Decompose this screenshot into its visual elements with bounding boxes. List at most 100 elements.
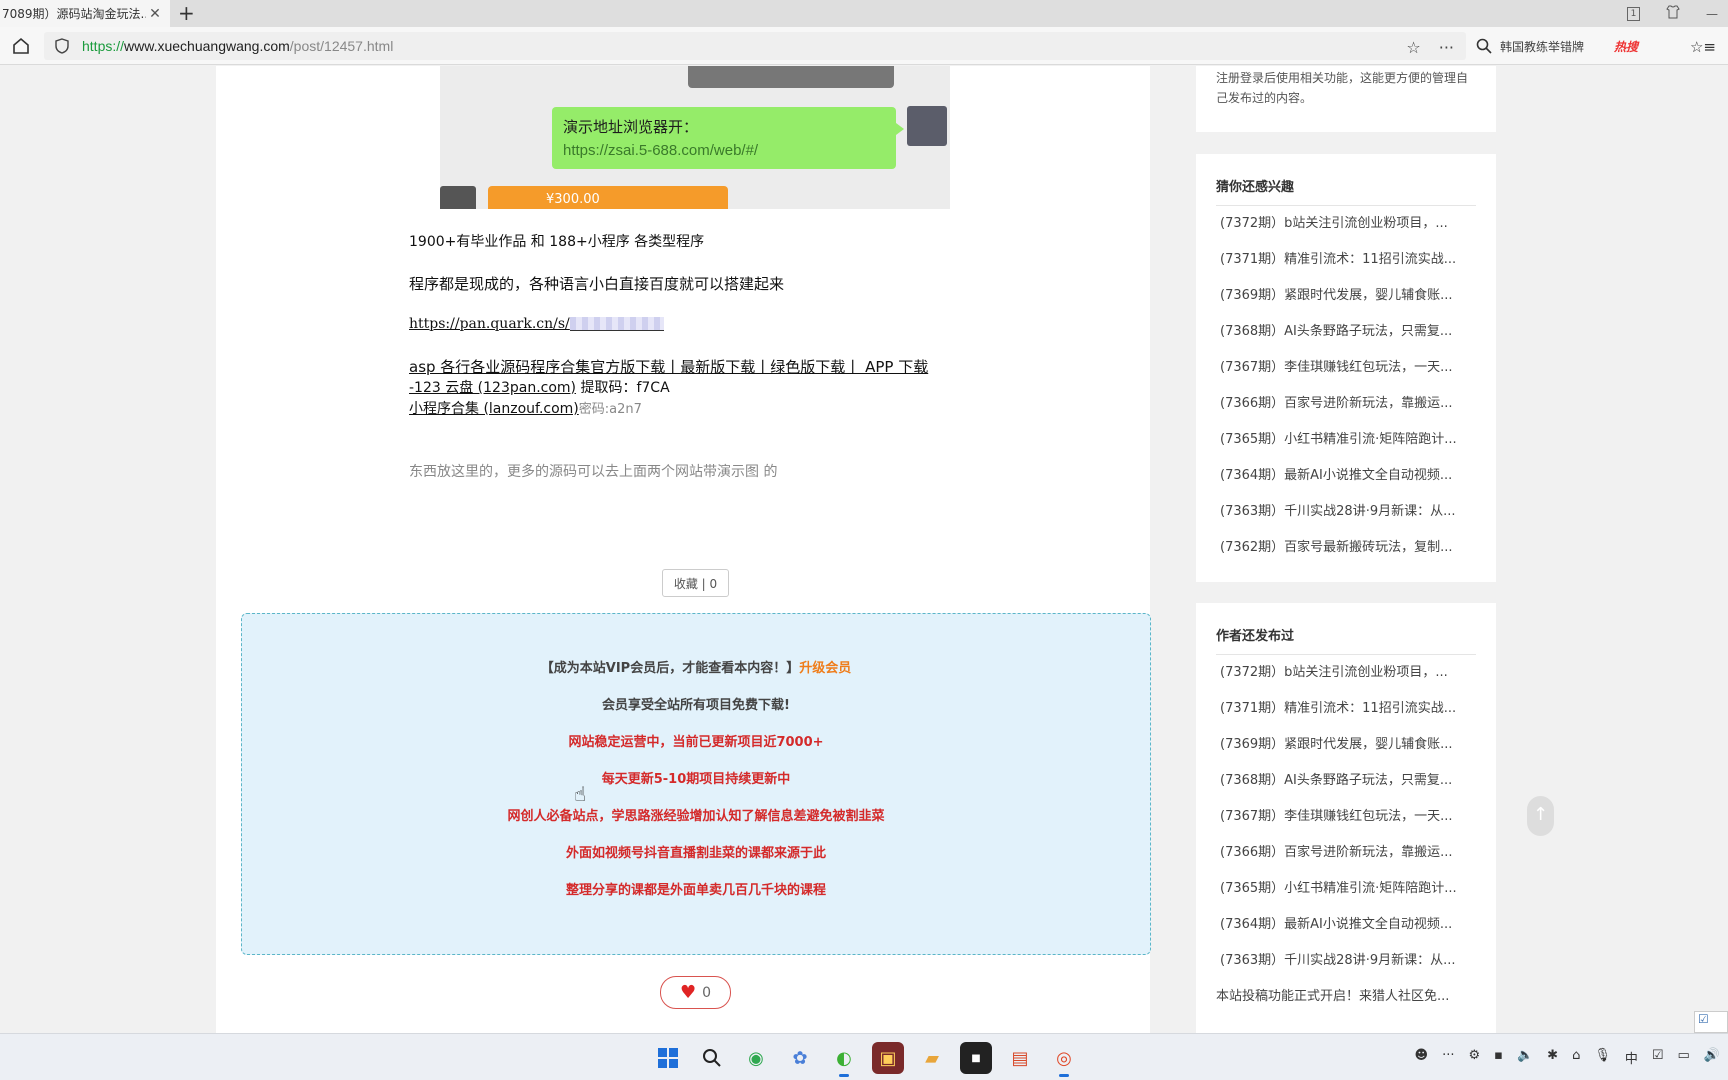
chat-screenshot-image: 演示地址浏览器开： https://zsai.5-688.com/web/#/ …	[440, 66, 950, 209]
tab-title: 7089期）源码站淘金玩法...	[2, 7, 146, 21]
mini-code: 密码:a2n7	[578, 402, 642, 417]
list-item[interactable]: (7369期）紧跟时代发展，婴儿辅食账...	[1196, 278, 1478, 314]
mini-program-link: 小程序合集 (lanzouf.com)密码:a2n7	[409, 398, 642, 418]
browser-icon[interactable]: ◎	[1048, 1042, 1080, 1077]
taskbar: ◉ ✿ ◐ ▣ ▰ ■ ▤ ◎ ☻ ··· ⚙ ▪ 🔈 ✱ ⌂ 🎙 中 ☑ ▭ …	[0, 1033, 1728, 1080]
tab-counter-icon[interactable]: 1	[1627, 6, 1640, 21]
vip-line-2: 会员享受全站所有项目免费下载!	[602, 698, 790, 713]
list-item[interactable]: (7363期）千川实战28讲·9月新课：从...	[1196, 943, 1478, 979]
interest-title: 猜你还感兴趣	[1216, 154, 1476, 206]
address-bar: https://www.xuechuangwang.com/post/12457…	[0, 27, 1728, 65]
paragraph-2: 程序都是现成的，各种语言小白直接百度就可以搭建起来	[409, 275, 785, 293]
quark-link[interactable]: https://pan.quark.cn/s/	[409, 316, 664, 332]
app-icon[interactable]: ✿	[784, 1042, 816, 1074]
tab-bar: 7089期）源码站淘金玩法... ✕ + 1 —	[0, 0, 1728, 27]
photo-app-icon[interactable]: ▣	[872, 1042, 904, 1074]
folder-icon[interactable]: ▰	[916, 1042, 948, 1074]
vip-line-1: 【成为本站VIP会员后，才能查看本内容！】升级会员	[242, 657, 1150, 676]
author-title: 作者还发布过	[1216, 603, 1476, 655]
home-icon[interactable]	[12, 37, 30, 55]
search-icon[interactable]	[696, 1042, 728, 1074]
usb-icon[interactable]: ⌂	[1572, 1048, 1580, 1067]
media-app-icon[interactable]: ■	[960, 1042, 992, 1074]
avatar	[907, 106, 947, 146]
app-tray-icon[interactable]: ✱	[1547, 1048, 1558, 1067]
vip-line-7: 整理分享的课都是外面单卖几百几千块的课程	[565, 883, 826, 898]
list-item[interactable]: (7367期）李佳琪赚钱红包玩法，一天...	[1196, 799, 1478, 835]
back-to-top-button[interactable]: ↑	[1527, 796, 1554, 836]
speaker-icon[interactable]: 🔊	[1704, 1048, 1720, 1067]
wechat-icon[interactable]: ◐	[828, 1042, 860, 1077]
asp-link-text-2[interactable]: -123 云盘 (123pan.com)	[409, 380, 576, 396]
taskbar-apps: ◉ ✿ ◐ ▣ ▰ ■ ▤ ◎	[652, 1042, 1080, 1077]
list-item[interactable]: (7365期）小红书精准引流·矩阵陪跑计...	[1196, 871, 1478, 907]
list-item[interactable]: (7371期）精准引流术：11招引流实战...	[1196, 242, 1478, 278]
gray-card	[688, 66, 894, 88]
url-protocol: https://	[82, 38, 125, 54]
edge-browser-icon[interactable]: ◉	[740, 1042, 772, 1074]
list-item[interactable]: (7372期）b站关注引流创业粉项目，...	[1196, 206, 1478, 242]
list-item[interactable]: (7371期）精准引流术：11招引流实战...	[1196, 691, 1478, 727]
vip-line-4: 每天更新5-10期项目持续更新中	[601, 772, 791, 787]
vip-notice-box: 【成为本站VIP会员后，才能查看本内容！】升级会员 会员享受全站所有项目免费下载…	[241, 613, 1151, 955]
close-tab-icon[interactable]: ✕	[146, 6, 164, 22]
microphone-icon[interactable]: 🎙	[1594, 1048, 1611, 1067]
minimize-icon[interactable]: —	[1706, 7, 1718, 21]
url-domain: www.xuechuangwang.com	[124, 38, 290, 54]
favorite-button[interactable]: 收藏 | 0	[662, 569, 729, 597]
more-icon[interactable]: ···	[1442, 1048, 1454, 1067]
checkbox-icon[interactable]: ☑	[1694, 1011, 1728, 1033]
submission-notice-link[interactable]: 本站投稿功能正式开启！来猎人社区免...	[1196, 979, 1476, 1015]
intro-line-1: 注册登录后使用相关功能，这能更方便的管理自	[1216, 71, 1469, 85]
list-item[interactable]: (7372期）b站关注引流创业粉项目，...	[1196, 655, 1478, 691]
chat-bubble: 演示地址浏览器开： https://zsai.5-688.com/web/#/	[552, 107, 904, 169]
input-method-icon[interactable]: 中	[1625, 1048, 1638, 1067]
sidebar-intro-card: 注册登录后使用相关功能，这能更方便的管理自 己发布过的内容。	[1196, 66, 1496, 132]
qq-icon[interactable]: ☻	[1415, 1048, 1429, 1067]
more-icon[interactable]: ···	[1439, 38, 1454, 57]
display-icon[interactable]: ▭	[1678, 1048, 1690, 1067]
list-item[interactable]: (7366期）百家号进阶新玩法，靠搬运...	[1196, 386, 1478, 422]
asp-link[interactable]: asp 各行各业源码程序合集官方版下载丨最新版下载丨绿色版下载丨 APP 下载	[409, 356, 928, 377]
quark-link-text[interactable]: https://pan.quark.cn/s/	[409, 316, 570, 332]
mini-link-text[interactable]: 小程序合集 (lanzouf.com)	[409, 401, 579, 417]
list-item[interactable]: (7367期）李佳琪赚钱红包玩法，一天...	[1196, 350, 1478, 386]
shirt-icon[interactable]	[1666, 5, 1680, 22]
browser-tab[interactable]: 7089期）源码站淘金玩法... ✕	[0, 0, 170, 27]
bubble-line1: 演示地址浏览器开：	[563, 118, 699, 136]
vip-line-6: 外面如视频号抖音直播割韭菜的课都来源于此	[565, 846, 826, 861]
favorites-icon[interactable]: ☆≡	[1690, 38, 1716, 56]
url-text: https://www.xuechuangwang.com/post/12457…	[82, 38, 393, 54]
powerpoint-icon[interactable]: ▤	[1004, 1042, 1036, 1074]
list-item[interactable]: (7369期）紧跟时代发展，婴儿辅食账...	[1196, 727, 1478, 763]
list-item[interactable]: (7363期）千川实战28讲·9月新课：从...	[1196, 494, 1478, 530]
heart-icon: ♥	[679, 982, 697, 1003]
network-icon[interactable]: ⚙	[1469, 1048, 1481, 1067]
interest-card: 猜你还感兴趣 (7372期）b站关注引流创业粉项目，... (7371期）精准引流…	[1196, 154, 1496, 582]
list-item[interactable]: (7362期）百家号最新搬砖玩法，复制...	[1196, 530, 1478, 566]
list-item[interactable]: (7364期）最新AI小说推文全自动视频...	[1196, 907, 1478, 943]
list-item[interactable]: (7364期）最新AI小说推文全自动视频...	[1196, 458, 1478, 494]
list-item[interactable]: (7368期）AI头条野路子玩法，只需复...	[1196, 763, 1478, 799]
window-controls: 1 —	[1627, 0, 1728, 27]
start-icon[interactable]	[652, 1042, 684, 1074]
search-field[interactable]: 韩国教练举错牌 热搜	[1476, 32, 1686, 60]
bubble-line2: https://zsai.5-688.com/web/#/	[563, 142, 759, 159]
interest-list: (7372期）b站关注引流创业粉项目，... (7371期）精准引流术：11招引流…	[1196, 206, 1496, 566]
star-icon[interactable]: ☆	[1406, 38, 1420, 57]
nvidia-icon[interactable]: ▪	[1494, 1048, 1503, 1067]
list-item[interactable]: (7365期）小红书精准引流·矩阵陪跑计...	[1196, 422, 1478, 458]
upgrade-member-link[interactable]: 升级会员	[799, 661, 851, 676]
url-field[interactable]: https://www.xuechuangwang.com/post/12457…	[44, 32, 1466, 60]
vip-line-5: 网创人必备站点，学思路涨经验增加认知了解信息差避免被割韭菜	[507, 809, 885, 824]
like-button[interactable]: ♥ 0	[660, 976, 731, 1009]
page: 演示地址浏览器开： https://zsai.5-688.com/web/#/ …	[0, 66, 1728, 1033]
list-item[interactable]: (7366期）百家号进阶新玩法，靠搬运...	[1196, 835, 1478, 871]
checkbox-icon[interactable]: ☑	[1652, 1048, 1664, 1067]
list-item[interactable]: (7368期）AI头条野路子玩法，只需复...	[1196, 314, 1478, 350]
new-tab-button[interactable]: +	[178, 2, 195, 24]
volume-icon[interactable]: 🔈	[1517, 1048, 1533, 1067]
asp-link-text[interactable]: asp 各行各业源码程序合集官方版下载丨最新版下载丨绿色版下载丨 APP 下载	[409, 358, 928, 376]
author-list: (7372期）b站关注引流创业粉项目，... (7371期）精准引流术：11招引流…	[1196, 655, 1496, 979]
hot-search-label[interactable]: 热搜	[1614, 38, 1638, 55]
